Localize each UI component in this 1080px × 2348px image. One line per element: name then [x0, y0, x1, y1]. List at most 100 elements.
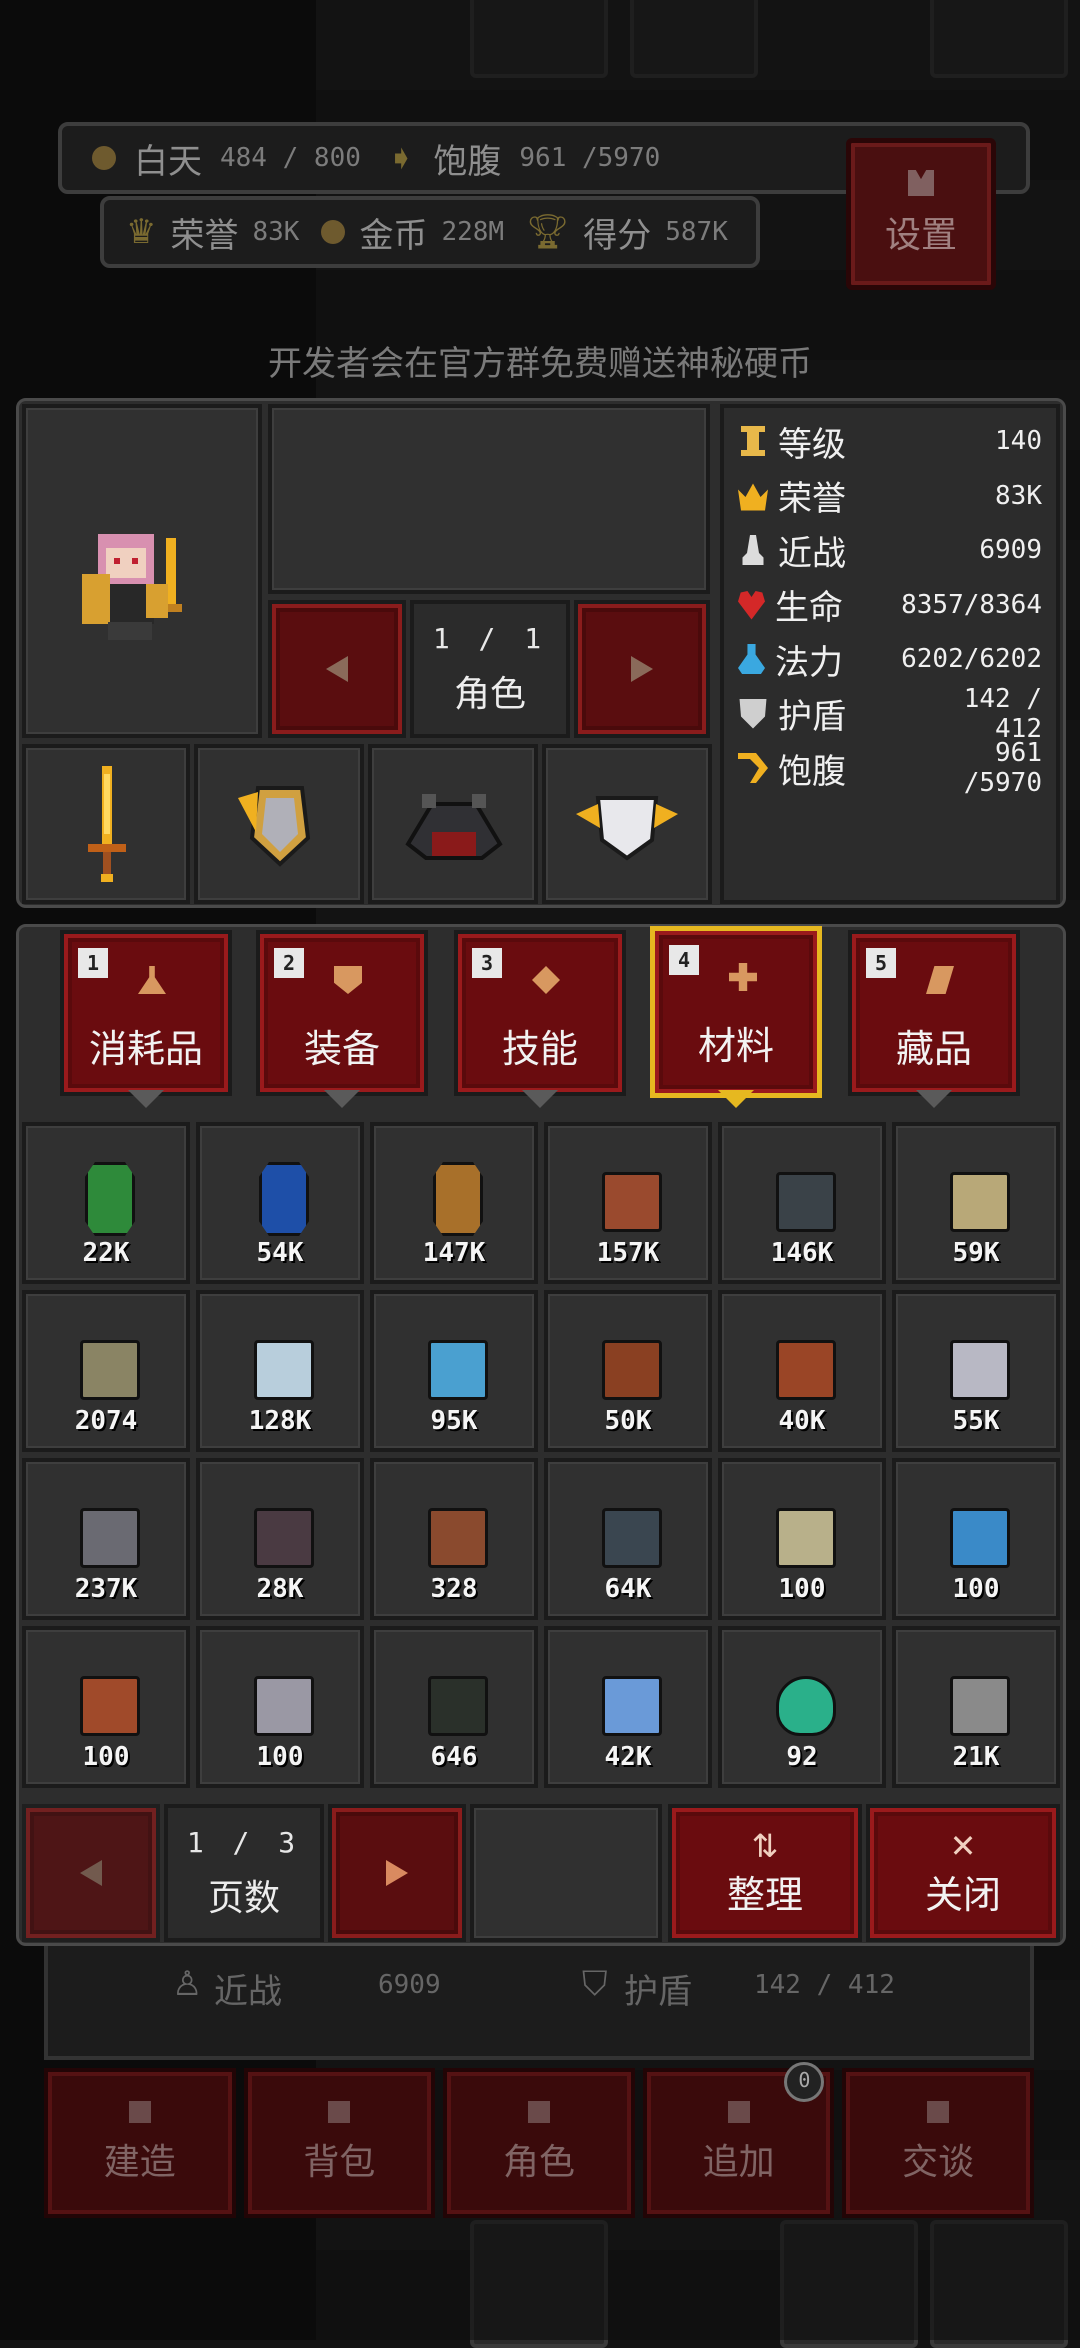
item-count: 55K — [952, 1406, 1000, 1436]
inventory-slot[interactable]: 54K — [196, 1122, 364, 1284]
gem-icon — [85, 1162, 135, 1236]
tab-label: 装备 — [303, 1027, 380, 1071]
dock-button[interactable]: 背包 — [243, 2068, 436, 2218]
shield-icon: ⛉ — [582, 1964, 608, 2004]
stat-row: 护盾 142 / 412 — [738, 684, 1054, 744]
item-count: 50K — [604, 1406, 652, 1436]
inventory-next-button[interactable] — [328, 1804, 466, 1942]
inventory-slot[interactable]: 328 — [370, 1458, 538, 1620]
material-block-icon — [776, 1340, 836, 1400]
item-count: 95K — [430, 1406, 478, 1436]
dock-icon — [527, 2101, 550, 2123]
honor-value: 83K — [252, 217, 300, 247]
character-next-button[interactable] — [574, 600, 710, 738]
inventory-slot[interactable]: 100 — [718, 1458, 886, 1620]
day-label: 白天 — [134, 141, 202, 182]
empty-control-slot — [470, 1804, 662, 1942]
tab-hotkey-number: 4 — [669, 945, 699, 975]
inventory-slot[interactable]: 64K — [544, 1458, 712, 1620]
item-count: 100 — [778, 1574, 826, 1604]
inventory-tab[interactable]: 2 装备 — [256, 930, 428, 1096]
arrow-left-icon — [326, 656, 348, 682]
inventory-slot[interactable]: 128K — [196, 1290, 364, 1452]
dock-label: 交谈 — [902, 2142, 975, 2183]
dock-button[interactable]: 角色 — [443, 2068, 635, 2218]
equip-slot-offhand[interactable] — [194, 744, 364, 904]
inventory-slot[interactable]: 100 — [22, 1626, 190, 1788]
sort-button[interactable]: ⇅ 整理 — [668, 1804, 862, 1942]
sun-icon — [92, 146, 116, 170]
item-count: 100 — [952, 1574, 1000, 1604]
material-block-icon — [254, 1340, 314, 1400]
tab-category-icon — [729, 963, 757, 991]
material-block-icon — [776, 1172, 836, 1232]
material-block-icon — [602, 1676, 662, 1736]
background-stats-panel: ♙ 近战 6909 ⛉ 护盾 142 / 412 — [44, 1946, 1034, 2060]
close-button[interactable]: ✕ 关闭 — [866, 1804, 1060, 1942]
tab-hotkey-number: 2 — [274, 948, 304, 978]
stat-label: 生命 — [775, 588, 844, 628]
inventory-slot[interactable]: 2074 — [22, 1290, 190, 1452]
equip-slot-accessory[interactable] — [542, 744, 712, 904]
item-count: 40K — [778, 1406, 826, 1436]
gold-coin-icon — [321, 220, 346, 244]
melee-icon — [742, 535, 764, 565]
score-value: 587K — [665, 217, 728, 247]
equip-slot-armor[interactable] — [368, 744, 538, 904]
inventory-slot[interactable]: 22K — [22, 1122, 190, 1284]
tab-label: 藏品 — [895, 1027, 972, 1071]
inventory-tab[interactable]: 1 消耗品 — [60, 930, 232, 1096]
material-block-icon — [254, 1508, 314, 1568]
inventory-slot[interactable]: 646 — [370, 1626, 538, 1788]
inventory-slot[interactable]: 50K — [544, 1290, 712, 1452]
tab-category-icon — [532, 966, 560, 994]
item-count: 237K — [74, 1574, 138, 1604]
inventory-slot[interactable]: 42K — [544, 1626, 712, 1788]
material-block-icon — [950, 1508, 1010, 1568]
inventory-slot[interactable]: 100 — [196, 1626, 364, 1788]
inventory-slot[interactable]: 92 — [718, 1626, 886, 1788]
bg-melee-value: 6909 — [378, 1970, 441, 2000]
arrow-right-icon — [631, 656, 653, 682]
material-block-icon — [80, 1676, 140, 1736]
inventory-tab[interactable]: 4 材料 — [650, 926, 822, 1098]
character-page-number: 1 / 1 — [432, 621, 548, 655]
inventory-slot[interactable]: 55K — [892, 1290, 1060, 1452]
shield-icon — [739, 698, 767, 729]
tab-pointer-icon — [324, 1090, 360, 1108]
dock-button[interactable]: 追加 0 — [642, 2062, 835, 2218]
inventory-slot[interactable]: 237K — [22, 1458, 190, 1620]
inventory-slot[interactable]: 59K — [892, 1122, 1060, 1284]
inventory-slot[interactable]: 28K — [196, 1458, 364, 1620]
dock-button[interactable]: 交谈 — [842, 2068, 1034, 2218]
inventory-prev-button[interactable] — [22, 1804, 160, 1942]
settings-button[interactable]: 设置 — [846, 138, 996, 290]
stat-row: 生命 8357/8364 — [738, 580, 1054, 630]
dock-button[interactable]: 建造 — [44, 2068, 236, 2218]
day-value: 484 / 800 — [220, 143, 361, 173]
character-portrait[interactable] — [22, 404, 262, 738]
inventory-tab[interactable]: 3 技能 — [454, 930, 626, 1096]
item-count: 54K — [256, 1238, 304, 1268]
character-prev-button[interactable] — [268, 600, 406, 738]
inventory-tab[interactable]: 5 藏品 — [848, 930, 1020, 1096]
inventory-slot[interactable]: 100 — [892, 1458, 1060, 1620]
tab-pointer-icon — [718, 1090, 754, 1108]
material-block-icon — [950, 1172, 1010, 1232]
item-count: 28K — [256, 1574, 304, 1604]
inventory-slot[interactable]: 95K — [370, 1290, 538, 1452]
inventory-slot[interactable]: 21K — [892, 1626, 1060, 1788]
bg-melee-label: 近战 — [214, 1972, 282, 2012]
tab-label: 技能 — [501, 1027, 578, 1071]
arrow-left-icon — [80, 1860, 102, 1886]
satiety-icon: ➧ — [386, 138, 416, 178]
inventory-slot[interactable]: 40K — [718, 1290, 886, 1452]
material-block-icon — [80, 1508, 140, 1568]
dock-icon — [328, 2101, 351, 2123]
inventory-page-number: 1 / 3 — [186, 1825, 302, 1859]
inventory-slot[interactable]: 147K — [370, 1122, 538, 1284]
inventory-slot[interactable]: 146K — [718, 1122, 886, 1284]
inventory-slot[interactable]: 157K — [544, 1122, 712, 1284]
equip-slot-weapon[interactable] — [22, 744, 190, 904]
item-count: 2074 — [74, 1406, 138, 1436]
